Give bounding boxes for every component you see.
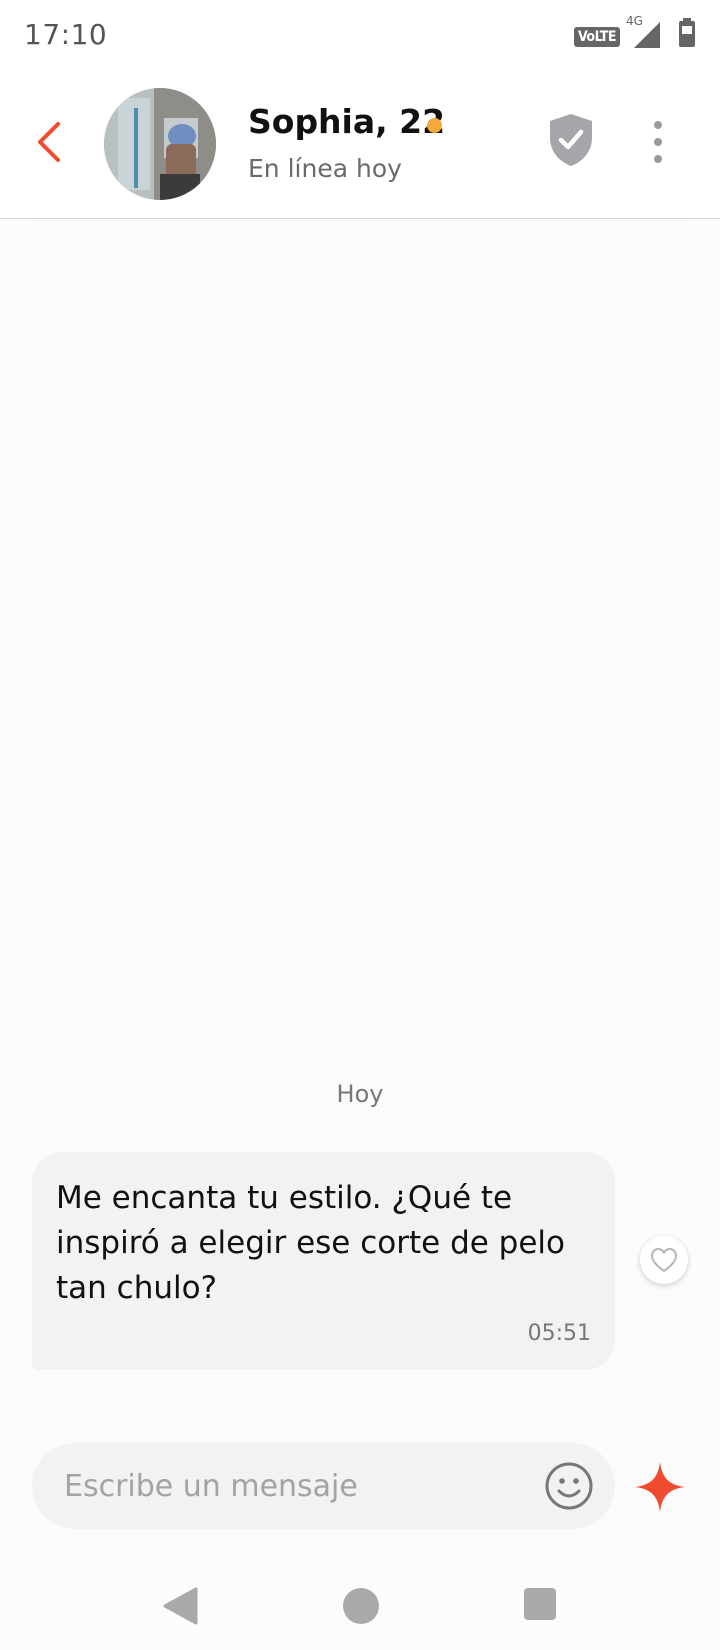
volte-icon: VoLTE — [573, 27, 620, 47]
status-bar: 17:10 VoLTE 4G — [0, 0, 720, 72]
chat-header: Sophia, 22 En línea hoy — [0, 72, 720, 219]
chat-area[interactable] — [32, 220, 688, 1580]
network-type-label: 4G — [626, 14, 643, 28]
heart-outline-icon[interactable] — [640, 1236, 688, 1284]
status-icons: VoLTE 4G — [573, 14, 696, 52]
message-time: 05:51 — [527, 1321, 591, 1346]
more-vertical-icon[interactable] — [646, 120, 670, 164]
online-status-text: En línea hoy — [248, 154, 402, 183]
nav-back-icon[interactable] — [162, 1586, 198, 1626]
avatar[interactable] — [104, 88, 216, 200]
nav-recents-icon[interactable] — [524, 1588, 556, 1620]
message-input[interactable] — [64, 1461, 534, 1511]
contact-name: Sophia, 22 — [248, 102, 446, 141]
signal-icon: 4G — [626, 14, 662, 50]
verified-shield-icon[interactable] — [546, 112, 596, 168]
spark-icon[interactable] — [633, 1460, 687, 1514]
system-nav-bar — [0, 1570, 720, 1650]
online-status-dot — [427, 118, 442, 133]
message-composer — [32, 1443, 615, 1529]
emoji-icon[interactable] — [544, 1461, 594, 1511]
battery-icon — [678, 18, 696, 52]
day-divider: Hoy — [336, 1080, 384, 1108]
nav-home-icon[interactable] — [343, 1588, 379, 1624]
message-text: Me encanta tu estilo. ¿Qué te inspiró a … — [56, 1180, 566, 1306]
message-bubble[interactable]: Me encanta tu estilo. ¿Qué te inspiró a … — [32, 1152, 615, 1370]
back-arrow-icon[interactable] — [28, 112, 72, 172]
status-time: 17:10 — [24, 18, 108, 51]
